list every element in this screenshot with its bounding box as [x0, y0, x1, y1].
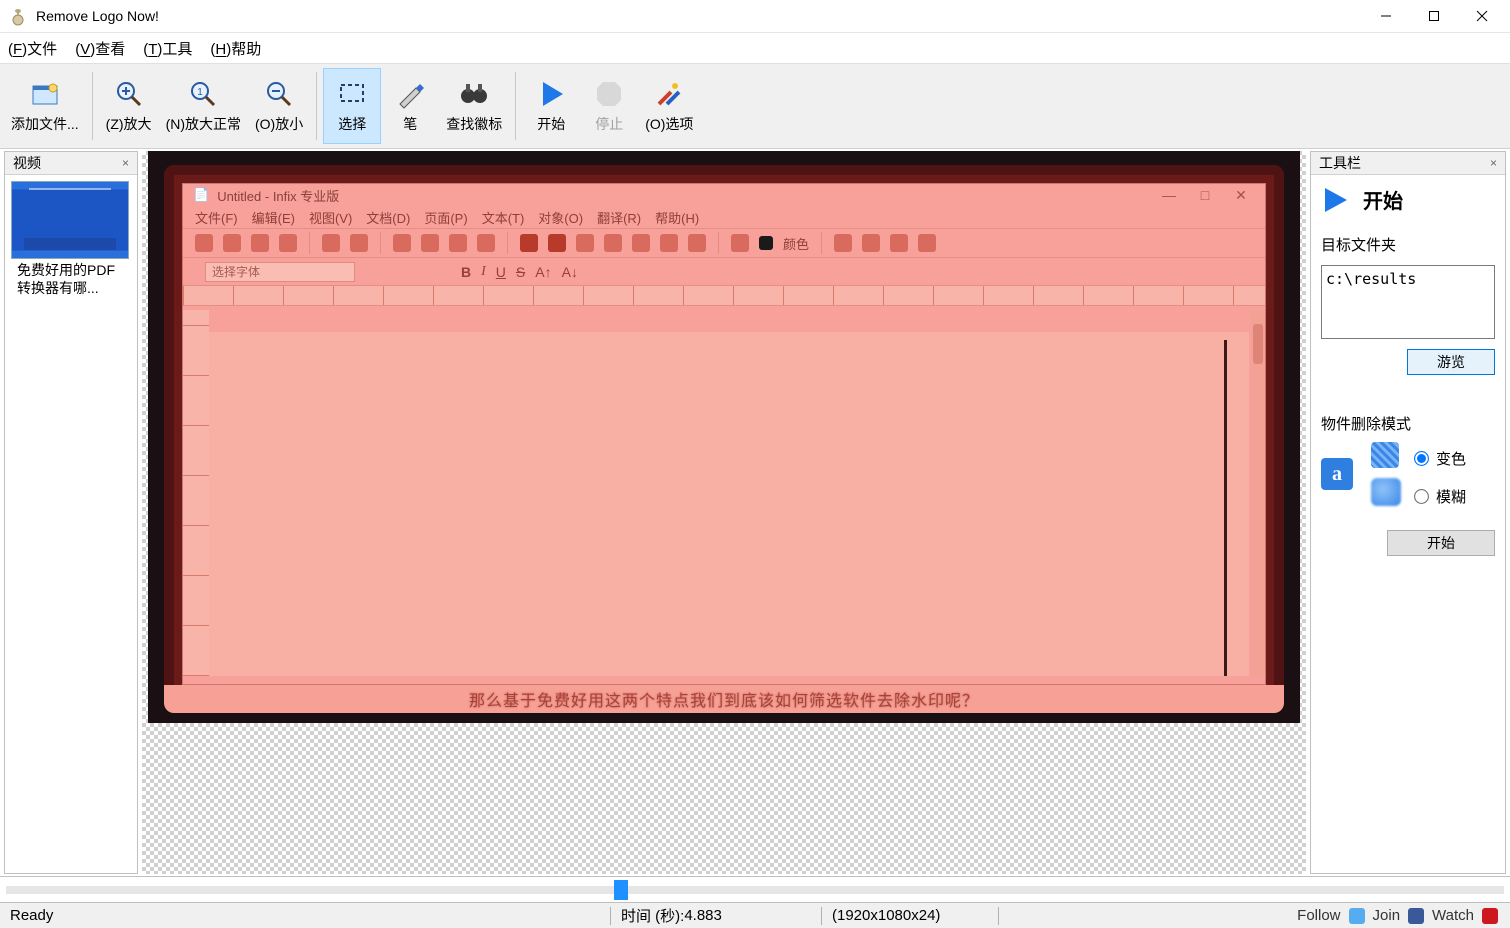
- infix-menubar: 文件(F) 编辑(E) 视图(V) 文档(D) 页面(P) 文本(T) 对象(O…: [183, 206, 1265, 228]
- add-file-icon: [29, 78, 61, 110]
- infix-close-icon: ✕: [1227, 187, 1255, 204]
- tool-panel: 工具栏 × 开始 目标文件夹 游览 物件删除模式 a 变色: [1310, 151, 1506, 874]
- timeline-track[interactable]: [6, 886, 1504, 894]
- zoom-in-icon: [113, 78, 145, 110]
- youtube-icon[interactable]: [1482, 908, 1498, 924]
- video-thumbnail-label: 免费好用的PDF转换器有哪...: [11, 259, 131, 299]
- find-logo-button[interactable]: 查找徽标: [439, 68, 509, 144]
- timeline-knob[interactable]: [614, 880, 628, 900]
- infix-toolbar-1: 颜色: [183, 228, 1265, 258]
- infix-min-icon: —: [1155, 187, 1183, 203]
- menu-view[interactable]: (V)查看: [75, 38, 125, 59]
- zoom-in-button[interactable]: (Z)放大: [99, 68, 159, 144]
- status-time: 时间 (秒): 4.883: [611, 903, 821, 928]
- zoom-out-icon: [263, 78, 295, 110]
- infix-horizontal-ruler: [183, 286, 1265, 306]
- infix-title-text: Untitled - Infix 专业版: [217, 186, 339, 205]
- titlebar: Remove Logo Now!: [0, 0, 1510, 33]
- options-button[interactable]: (O)选项: [638, 68, 700, 144]
- target-folder-label: 目标文件夹: [1321, 234, 1495, 255]
- infix-scrollbar: [1251, 310, 1265, 676]
- timeline[interactable]: [0, 876, 1510, 902]
- video-preview[interactable]: 📄 Untitled - Infix 专业版 — □ ✕ 文件(F) 编辑(E)…: [148, 151, 1300, 723]
- mode-blur-swatch-icon: [1371, 478, 1401, 506]
- svg-text:1: 1: [198, 87, 204, 98]
- pen-icon: [394, 78, 426, 110]
- watch-link[interactable]: Watch: [1432, 907, 1474, 924]
- infix-color-label: 颜色: [783, 234, 809, 253]
- menubar: (F)文件 (V)查看 (T)工具 (H)帮助: [0, 33, 1510, 63]
- select-icon: [336, 78, 368, 110]
- preview-area: 📄 Untitled - Infix 专业版 — □ ✕ 文件(F) 编辑(E)…: [142, 151, 1306, 874]
- play-icon: [535, 78, 567, 110]
- status-dimensions: (1920x1080x24): [822, 903, 998, 928]
- stop-button[interactable]: 停止: [580, 68, 638, 144]
- video-panel: 视频 × 免费好用的PDF转换器有哪...: [4, 151, 138, 874]
- video-panel-close[interactable]: ×: [122, 156, 129, 170]
- mode-icons: a 变色 模糊: [1321, 444, 1495, 514]
- mode-label: 物件删除模式: [1321, 413, 1495, 434]
- tool-start-heading: 开始: [1363, 185, 1403, 214]
- infix-font-combo: 选择字体: [205, 262, 355, 282]
- infix-max-icon: □: [1191, 187, 1219, 203]
- twitter-icon[interactable]: [1349, 908, 1365, 924]
- video-panel-header: 视频 ×: [5, 152, 137, 175]
- video-panel-title: 视频: [13, 153, 41, 173]
- zoom-out-button[interactable]: (O)放小: [248, 68, 310, 144]
- window-title: Remove Logo Now!: [36, 8, 1362, 24]
- menu-file[interactable]: (F)文件: [8, 38, 57, 59]
- zoom-normal-button[interactable]: 1 (N)放大正常: [159, 68, 248, 144]
- zoom-normal-icon: 1: [187, 78, 219, 110]
- mode-preview-a-icon: a: [1321, 458, 1353, 490]
- tool-panel-header: 工具栏 ×: [1311, 152, 1505, 175]
- mode-color-swatch-icon: [1371, 442, 1399, 468]
- tool-panel-title: 工具栏: [1319, 153, 1361, 173]
- stop-icon: [593, 78, 625, 110]
- facebook-icon[interactable]: [1408, 908, 1424, 924]
- tool-panel-close[interactable]: ×: [1490, 156, 1497, 170]
- app-icon: [8, 6, 28, 26]
- infix-titlebar: 📄 Untitled - Infix 专业版 — □ ✕: [183, 184, 1265, 206]
- window-minimize-button[interactable]: [1362, 0, 1410, 33]
- infix-page-canvas: [209, 332, 1249, 676]
- select-tool-button[interactable]: 选择: [323, 68, 381, 144]
- pen-tool-button[interactable]: 笔: [381, 68, 439, 144]
- mode-color-radio[interactable]: 变色: [1415, 448, 1466, 469]
- menu-tools[interactable]: (T)工具: [143, 38, 192, 59]
- main-toolbar: 添加文件... (Z)放大 1 (N)放大正常 (O)放小 选择 笔 查找徽标: [0, 63, 1510, 149]
- infix-vertical-ruler: [183, 310, 209, 676]
- options-icon: [653, 78, 685, 110]
- follow-link[interactable]: Follow: [1297, 907, 1340, 924]
- infix-app-icon: 📄: [193, 187, 209, 203]
- infix-toolbar-2: 选择字体 B I U S A↑ A↓: [183, 258, 1265, 286]
- menu-help[interactable]: (H)帮助: [210, 38, 261, 59]
- window-close-button[interactable]: [1458, 0, 1506, 33]
- join-link[interactable]: Join: [1373, 907, 1401, 924]
- window-maximize-button[interactable]: [1410, 0, 1458, 33]
- target-folder-input[interactable]: [1321, 265, 1495, 339]
- add-files-button[interactable]: 添加文件...: [4, 68, 86, 144]
- play-icon: [1321, 186, 1349, 214]
- status-ready: Ready: [0, 903, 610, 928]
- video-thumbnail[interactable]: [11, 181, 129, 259]
- status-social: Follow Join Watch: [1285, 907, 1510, 924]
- tool-start-button[interactable]: 开始: [1387, 530, 1495, 556]
- video-caption: 那么基于免费好用这两个特点我们到底该如何筛选软件去除水印呢？: [164, 685, 1284, 713]
- statusbar: Ready 时间 (秒): 4.883 (1920x1080x24) Follo…: [0, 902, 1510, 928]
- start-button[interactable]: 开始: [522, 68, 580, 144]
- mode-blur-radio[interactable]: 模糊: [1415, 486, 1466, 507]
- binoculars-icon: [458, 78, 490, 110]
- browse-button[interactable]: 游览: [1407, 349, 1495, 375]
